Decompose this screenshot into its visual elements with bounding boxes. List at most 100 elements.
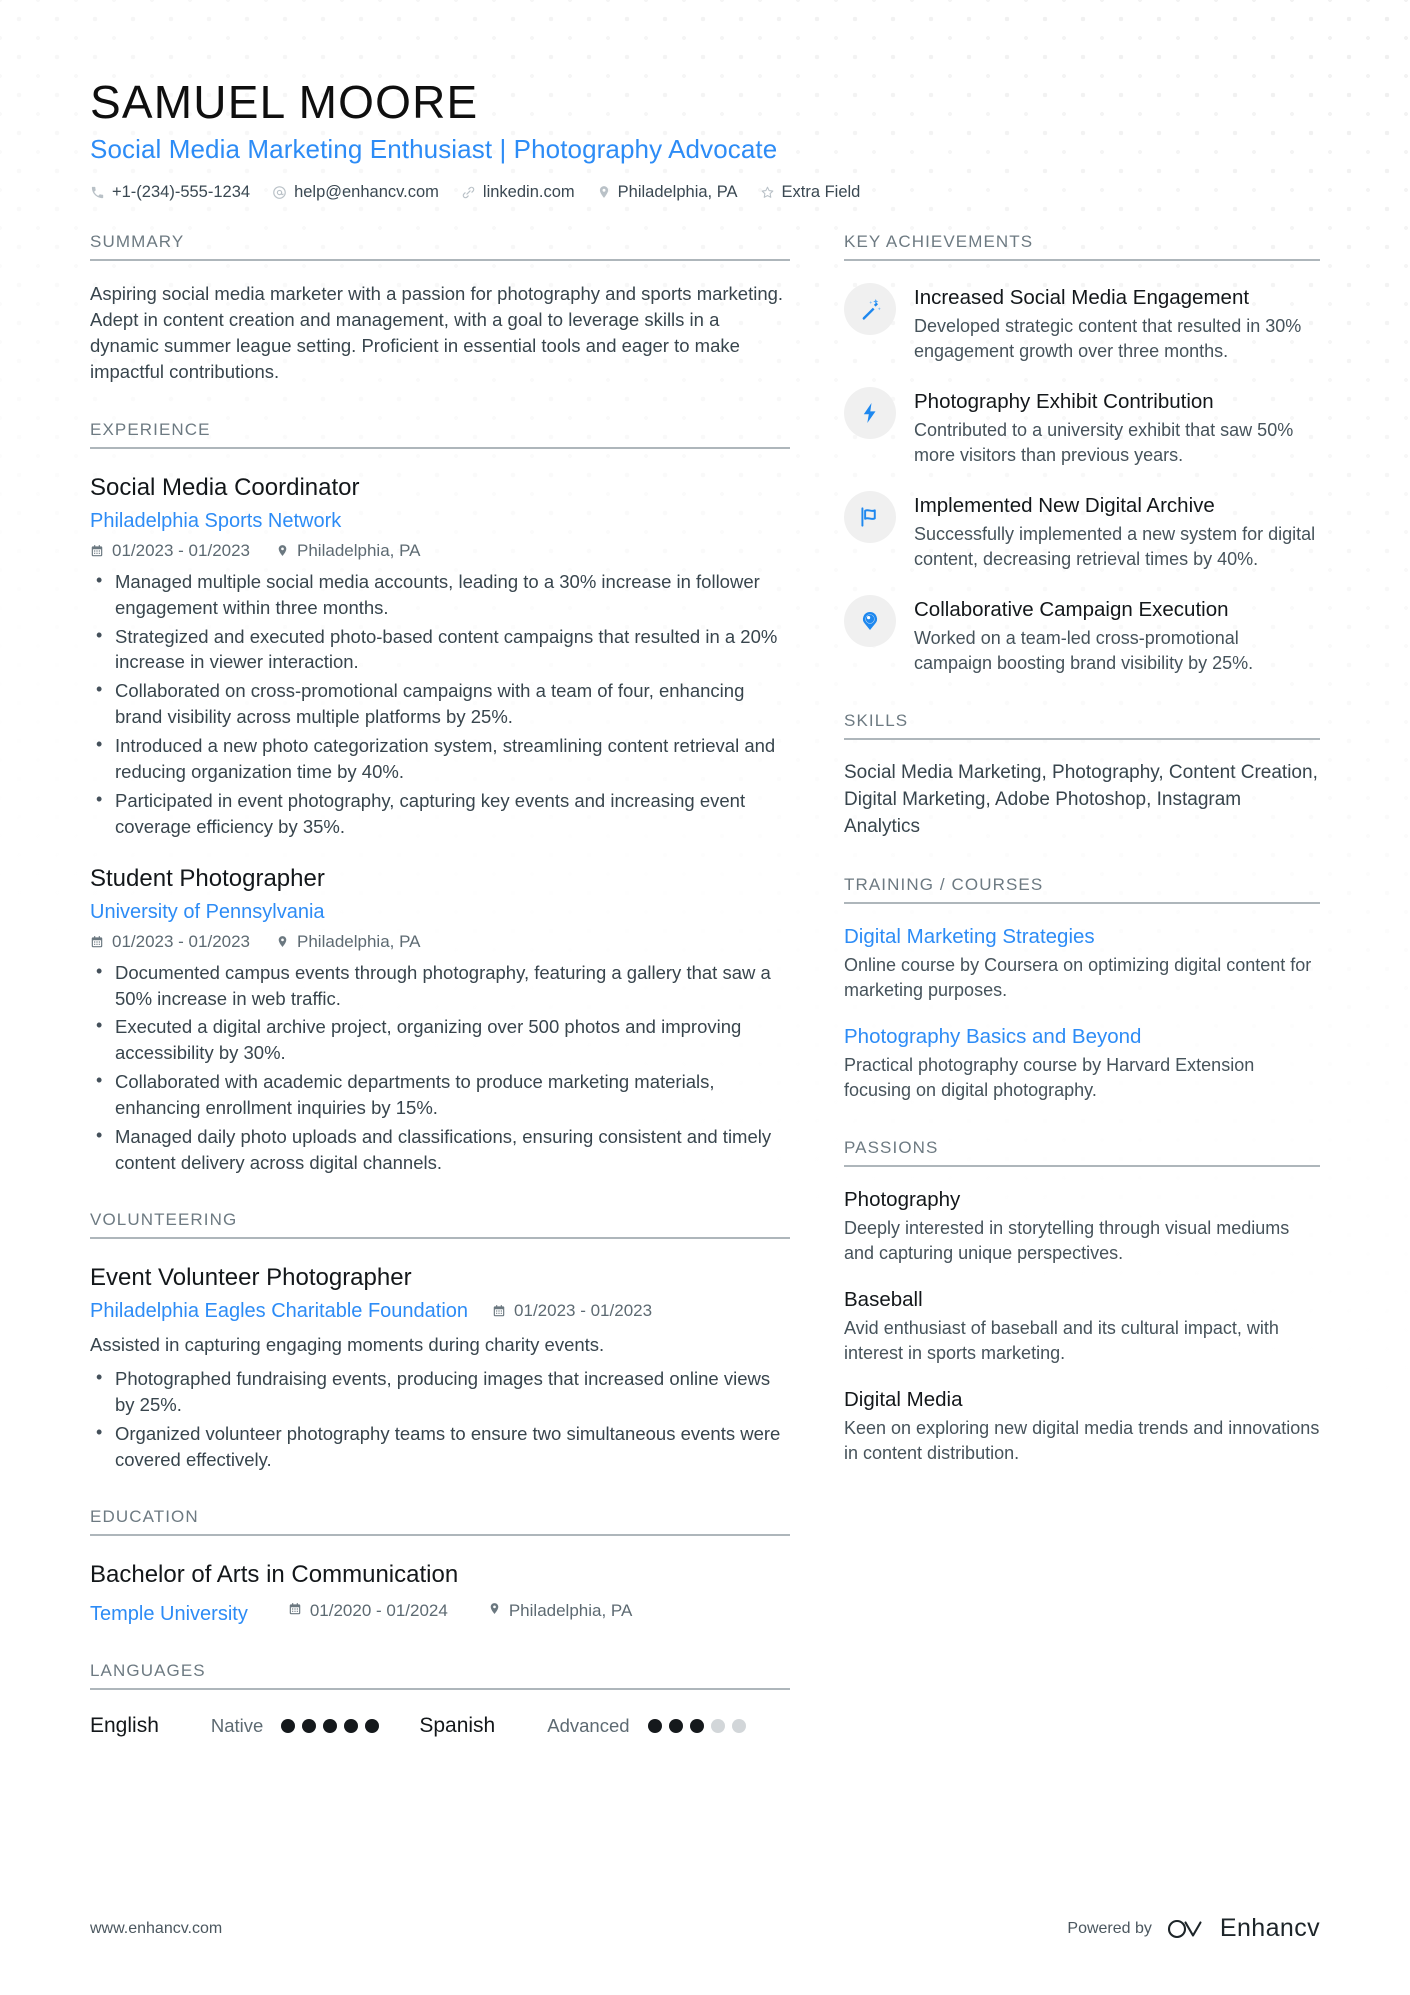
location-pin-icon [488, 1601, 501, 1621]
experience-organization[interactable]: University of Pennsylvania [90, 899, 790, 925]
achievement-description: Contributed to a university exhibit that… [914, 420, 1294, 466]
volunteering-dates-text: 01/2023 - 01/2023 [514, 1300, 653, 1320]
achievement-item: Photography Exhibit Contribution Contrib… [844, 386, 1320, 469]
location-pin-icon [276, 543, 289, 558]
volunteering-entry: Event Volunteer Photographer Philadelphi… [90, 1263, 790, 1473]
education-location-text: Philadelphia, PA [508, 1601, 633, 1621]
experience-bullets: Managed multiple social media accounts, … [90, 568, 790, 840]
education-entry: Bachelor of Arts in Communication Temple… [90, 1560, 790, 1627]
education-school[interactable]: Temple University [90, 1601, 248, 1627]
email-icon [272, 185, 287, 200]
language-rating: Advanced [547, 1714, 746, 1737]
enhancv-logo: Enhancv [1166, 1914, 1320, 1943]
achievement-item: Collaborative Campaign Execution Worked … [844, 594, 1320, 677]
education-meta-row: Temple University 01/2020 - 01/2024 Phil… [90, 1596, 790, 1627]
experience-location-text: Philadelphia, PA [297, 931, 421, 951]
language-item-english: English Native [90, 1713, 380, 1738]
contact-email: help@enhancv.com [272, 183, 439, 202]
language-dots [281, 1718, 380, 1733]
contact-location-text: Philadelphia, PA [617, 182, 738, 201]
training-item: Photography Basics and Beyond Practical … [844, 1024, 1320, 1104]
volunteering-dates: 01/2023 - 01/2023 [492, 1301, 652, 1321]
phone-icon [90, 185, 105, 200]
experience-meta: 01/2023 - 01/2023 Philadelphia, PA [90, 541, 790, 561]
list-item: Collaborated on cross-promotional campai… [90, 677, 790, 730]
languages-section-title: LANGUAGES [90, 1661, 790, 1690]
rating-dot-filled [344, 1718, 359, 1733]
location-pin-icon [276, 934, 289, 949]
rating-dot-empty [710, 1718, 725, 1733]
star-icon [760, 185, 775, 200]
passion-name: Photography [844, 1187, 961, 1211]
experience-meta: 01/2023 - 01/2023 Philadelphia, PA [90, 932, 790, 952]
achievement-title: Increased Social Media Engagement [914, 285, 1250, 309]
training-name[interactable]: Digital Marketing Strategies [844, 924, 1320, 951]
passion-description: Avid enthusiast of baseball and its cult… [844, 1318, 1279, 1364]
section-passions: PASSIONS Photography Deeply interested i… [844, 1138, 1320, 1467]
contact-linkedin: linkedin.com [461, 183, 575, 202]
rating-dot-filled [323, 1718, 338, 1733]
education-section-title: EDUCATION [90, 1507, 790, 1536]
experience-dates-text: 01/2023 - 01/2023 [112, 540, 251, 560]
passion-item: Photography Deeply interested in storyte… [844, 1187, 1320, 1267]
volunteering-org-row: Philadelphia Eagles Charitable Foundatio… [90, 1298, 790, 1324]
achievement-body: Photography Exhibit Contribution Contrib… [914, 387, 1320, 469]
rating-dot-empty [731, 1718, 746, 1733]
list-item: Executed a digital archive project, orga… [90, 1013, 790, 1066]
lightning-bolt-icon [844, 386, 896, 439]
experience-dates-text: 01/2023 - 01/2023 [112, 931, 251, 951]
volunteering-description: Assisted in capturing engaging moments d… [90, 1333, 605, 1355]
volunteering-role: Event Volunteer Photographer [90, 1263, 412, 1291]
header: SAMUEL MOORE Social Media Marketing Enth… [90, 0, 1320, 202]
experience-section-title: EXPERIENCE [90, 420, 790, 449]
experience-location: Philadelphia, PA [276, 932, 421, 952]
training-item: Digital Marketing Strategies Online cour… [844, 924, 1320, 1004]
calendar-icon [90, 935, 104, 949]
section-languages: LANGUAGES English Native Spanish Advance… [90, 1661, 790, 1738]
columns: SUMMARY Aspiring social media marketer w… [90, 232, 1320, 1738]
language-level: Native [210, 1714, 264, 1736]
achievement-body: Increased Social Media Engagement Develo… [914, 283, 1320, 365]
experience-entry: Student Photographer University of Penns… [90, 864, 790, 1176]
experience-role: Student Photographer [90, 864, 325, 892]
achievement-body: Implemented New Digital Archive Successf… [914, 491, 1320, 573]
rating-dot-filled [365, 1718, 380, 1733]
experience-organization[interactable]: Philadelphia Sports Network [90, 508, 790, 534]
education-dates: 01/2020 - 01/2024 [288, 1601, 448, 1621]
section-volunteering: VOLUNTEERING Event Volunteer Photographe… [90, 1210, 790, 1473]
experience-dates: 01/2023 - 01/2023 [90, 932, 250, 952]
list-item: Documented campus events through photogr… [90, 959, 790, 1012]
achievement-description: Developed strategic content that resulte… [914, 316, 1302, 362]
training-description: Practical photography course by Harvard … [844, 1055, 1255, 1101]
volunteering-bullets: Photographed fundraising events, produci… [90, 1365, 790, 1473]
section-training: TRAINING / COURSES Digital Marketing Str… [844, 875, 1320, 1104]
experience-entry: Social Media Coordinator Philadelphia Sp… [90, 473, 790, 840]
skills-section-title: SKILLS [844, 711, 1320, 740]
language-level: Advanced [547, 1714, 630, 1736]
list-item: Introduced a new photo categorization sy… [90, 732, 790, 785]
list-item: Organized volunteer photography teams to… [90, 1420, 790, 1473]
volunteering-organization[interactable]: Philadelphia Eagles Charitable Foundatio… [90, 1298, 468, 1324]
passion-name: Digital Media [844, 1387, 963, 1411]
passion-item: Digital Media Keen on exploring new digi… [844, 1387, 1320, 1467]
section-education: EDUCATION Bachelor of Arts in Communicat… [90, 1507, 790, 1627]
achievement-item: Implemented New Digital Archive Successf… [844, 490, 1320, 573]
footer-url[interactable]: www.enhancv.com [90, 1920, 222, 1938]
calendar-icon [492, 1304, 506, 1318]
contact-phone-text: +1-(234)-555-1234 [112, 182, 251, 201]
right-column: KEY ACHIEVEMENTS Increased Social Media … [844, 232, 1320, 1467]
summary-text: Aspiring social media marketer with a pa… [90, 282, 784, 383]
experience-bullets: Documented campus events through photogr… [90, 959, 790, 1176]
language-name: English [90, 1713, 159, 1737]
list-item: Strategized and executed photo-based con… [90, 623, 790, 676]
footer: www.enhancv.com Powered by Enhancv [90, 1914, 1320, 1943]
language-item-spanish: Spanish Advanced [419, 1714, 746, 1738]
enhancv-wordmark: Enhancv [1219, 1914, 1320, 1942]
training-section-title: TRAINING / COURSES [844, 875, 1320, 904]
list-item: Photographed fundraising events, produci… [90, 1365, 790, 1418]
training-name[interactable]: Photography Basics and Beyond [844, 1024, 1320, 1051]
summary-section-title: SUMMARY [90, 232, 790, 261]
calendar-icon [288, 1601, 302, 1621]
rating-dot-filled [647, 1718, 662, 1733]
language-dots [647, 1718, 746, 1733]
